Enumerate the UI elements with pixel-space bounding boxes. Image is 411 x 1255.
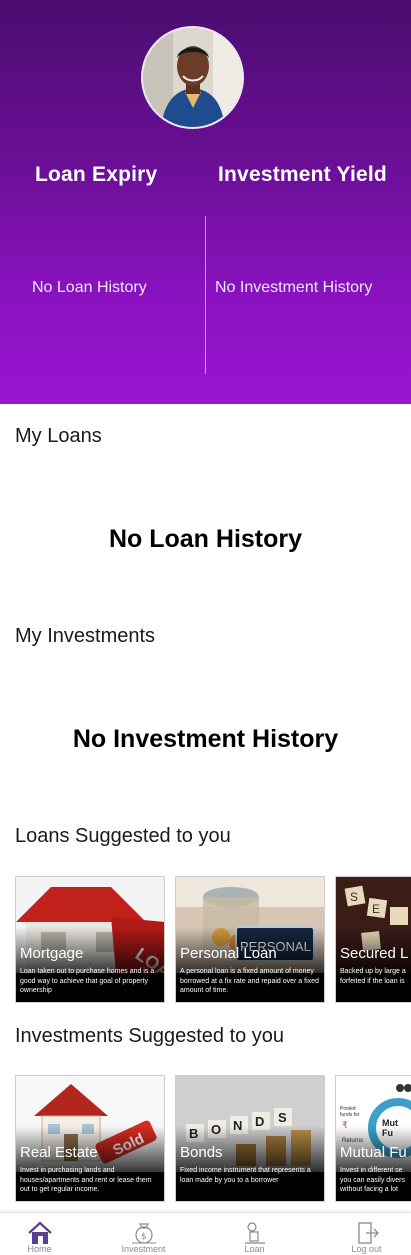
profile-header: Loan Expiry Investment Yield No Loan His… xyxy=(0,0,411,404)
avatar[interactable] xyxy=(143,28,242,127)
investment-card-desc: Invest in different se you can easily di… xyxy=(340,1167,405,1193)
loan-card-label: Mortgage xyxy=(20,945,84,962)
loan-card-secured[interactable]: S E Secured L Backed up by large a forfe… xyxy=(335,876,411,1003)
nav-home[interactable]: Home xyxy=(0,1213,91,1255)
loan-expiry-value: No Loan History xyxy=(32,279,147,296)
my-investments-title: My Investments xyxy=(15,625,156,647)
svg-text:E: E xyxy=(372,902,380,916)
investments-suggested-title: Investments Suggested to you xyxy=(15,1025,285,1047)
bottom-nav: Home $ Investment Loan Log out xyxy=(0,1212,411,1255)
nav-logout-label: Log out xyxy=(351,1244,382,1254)
nav-loan-label: Loan xyxy=(244,1244,265,1254)
investment-card-label: Mutual Fu xyxy=(340,1144,407,1161)
investment-card-desc: Fixed income instrument that represents … xyxy=(180,1167,311,1184)
investment-card-label: Real Estate xyxy=(20,1144,98,1161)
investment-card-mutual-fund[interactable]: Pooled funds for ₹ Returns Mut Fu Mutual… xyxy=(335,1075,411,1202)
loan-card-label: Secured L xyxy=(340,945,409,962)
nav-loan[interactable]: Loan xyxy=(203,1213,306,1255)
nav-investment-label: Investment xyxy=(121,1244,166,1254)
loan-expiry-title: Loan Expiry xyxy=(35,163,158,186)
svg-text:S: S xyxy=(350,890,358,904)
investment-yield-title: Investment Yield xyxy=(218,163,387,186)
loan-card-desc: A personal loan is a fixed amount of mon… xyxy=(180,968,319,994)
investment-card-real-estate[interactable]: Sold Real Estate Invest in purchasing la… xyxy=(15,1075,165,1202)
nav-investment[interactable]: $ Investment xyxy=(92,1213,195,1255)
svg-text:funds for: funds for xyxy=(340,1112,360,1118)
investment-yield-value: No Investment History xyxy=(215,279,373,296)
loan-card-mortgage[interactable]: LOA Mortgage Loan taken out to purchase … xyxy=(15,876,165,1003)
investment-card-desc: Invest in purchasing lands and houses/ap… xyxy=(20,1167,152,1193)
investment-card-label: Bonds xyxy=(180,1144,223,1161)
investment-card-bonds[interactable]: B O N D S Bonds Fixed income instrument … xyxy=(175,1075,325,1202)
loan-card-personal[interactable]: PERSONAL Personal Loan A personal loan i… xyxy=(175,876,325,1003)
svg-text:$: $ xyxy=(141,1232,147,1242)
nav-home-label: Home xyxy=(27,1244,52,1254)
my-loans-empty: No Loan History xyxy=(108,525,303,553)
loan-card-desc: Backed up by large a forfeited if the lo… xyxy=(340,968,406,985)
avatar-photo xyxy=(143,28,242,127)
svg-text:S: S xyxy=(278,1110,287,1125)
loan-card-label: Personal Loan xyxy=(180,945,277,962)
nav-logout[interactable]: Log out xyxy=(315,1213,411,1255)
stats-divider xyxy=(205,216,206,374)
loans-suggested-title: Loans Suggested to you xyxy=(15,825,231,847)
my-investments-empty: No Investment History xyxy=(72,725,339,753)
loan-card-desc: Loan taken out to purchase homes and is … xyxy=(20,968,155,994)
my-loans-title: My Loans xyxy=(15,425,102,447)
